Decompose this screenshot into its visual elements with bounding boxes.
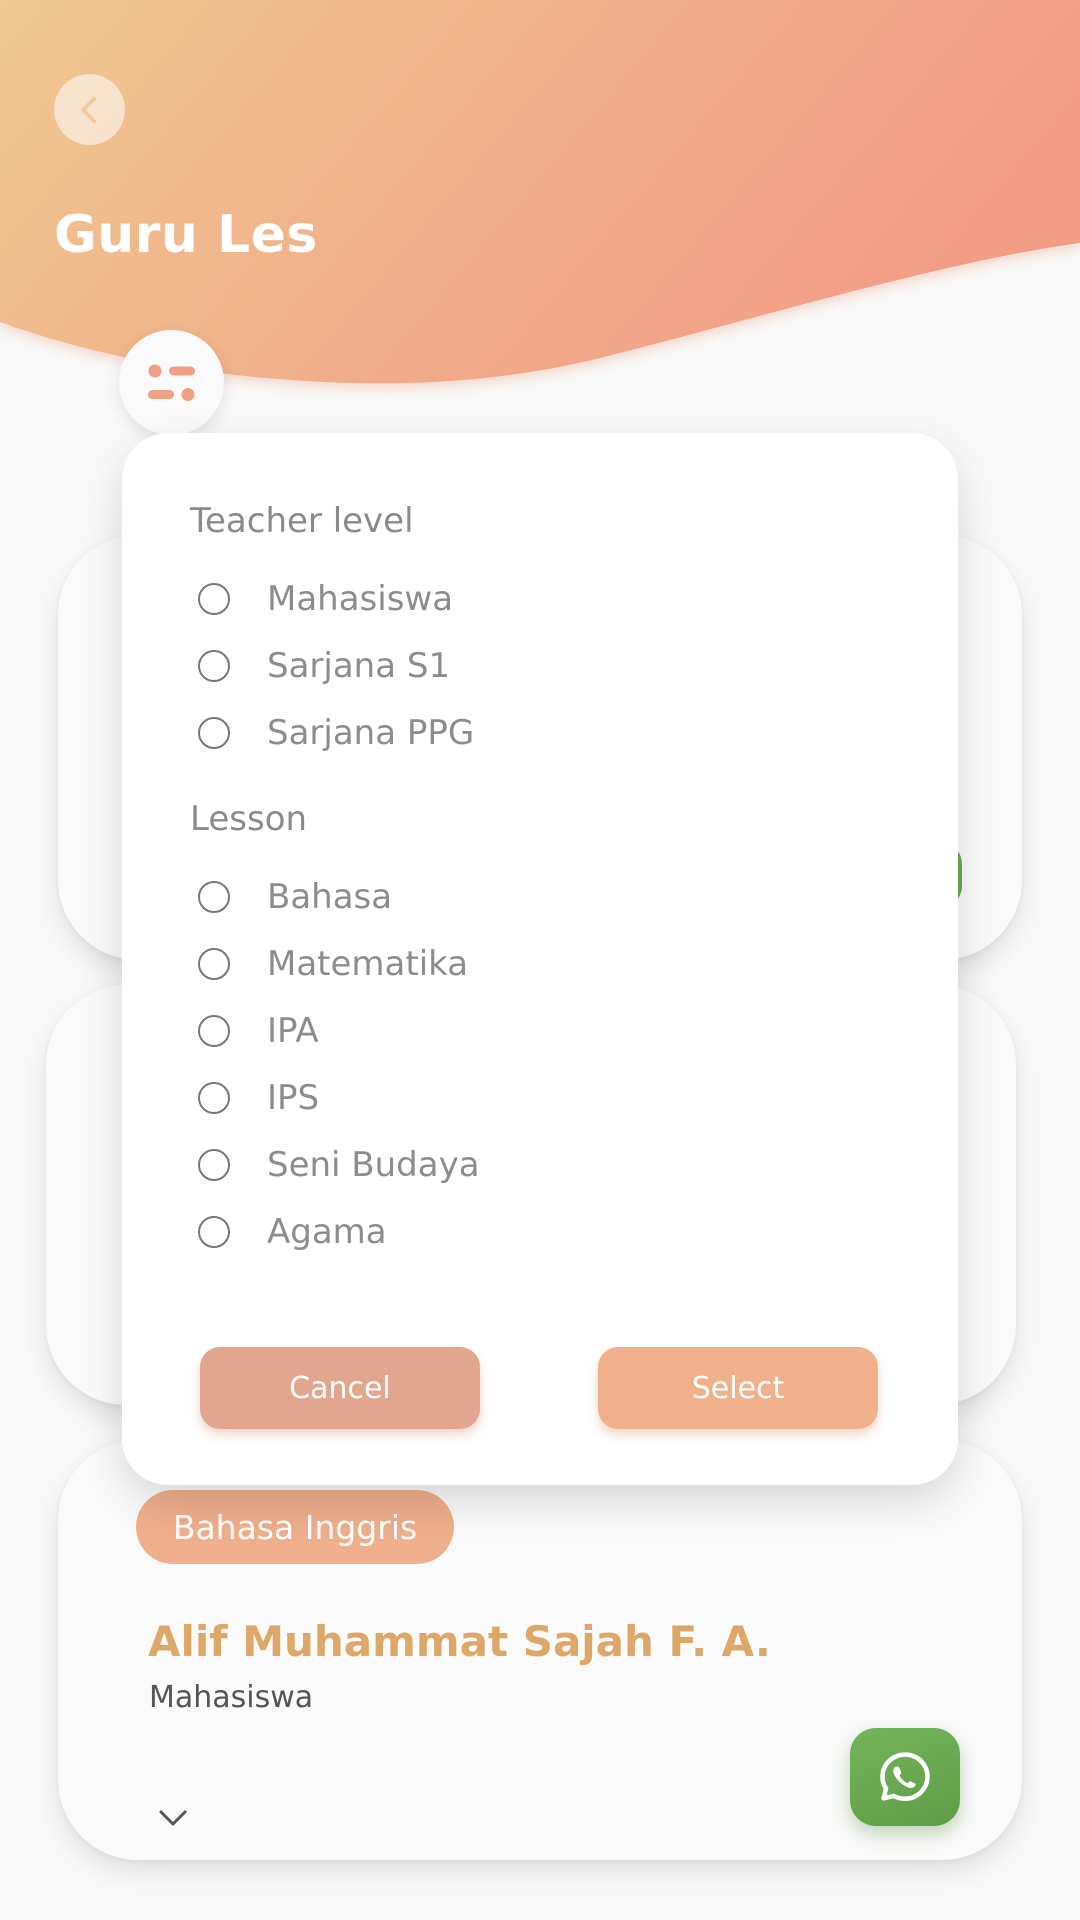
filter-sliders-icon [147,364,195,401]
teacher-name: Alif Muhammat Sajah F. A. [148,1617,771,1666]
select-button[interactable]: Select [598,1347,878,1429]
teacher-level-title: Teacher level [190,501,414,541]
radio-option-ips[interactable]: IPS [198,1076,319,1120]
subject-tag: Bahasa Inggris [136,1490,454,1564]
radio-button[interactable] [198,881,230,913]
radio-option-label: IPS [267,1078,320,1118]
radio-option-label: Matematika [267,944,469,984]
radio-option-sarjana-ppg[interactable]: Sarjana PPG [198,711,474,755]
radio-option-sarjana-s1[interactable]: Sarjana S1 [198,644,450,688]
cancel-button[interactable]: Cancel [200,1347,480,1429]
radio-option-seni-budaya[interactable]: Seni Budaya [198,1143,480,1187]
radio-button[interactable] [198,1149,230,1181]
back-button[interactable] [54,74,125,145]
whatsapp-icon [880,1752,930,1801]
radio-option-label: Seni Budaya [267,1145,480,1185]
radio-button[interactable] [198,650,230,682]
radio-option-matematika[interactable]: Matematika [198,942,468,986]
filter-dialog: Teacher level Mahasiswa Sarjana S1 Sarja… [122,433,958,1485]
radio-option-agama[interactable]: Agama [198,1210,387,1254]
radio-option-label: Sarjana PPG [267,713,475,753]
radio-button[interactable] [198,1082,230,1114]
radio-button[interactable] [198,583,230,615]
radio-button[interactable] [198,1015,230,1047]
radio-option-label: Sarjana S1 [267,646,451,686]
radio-option-mahasiswa[interactable]: Mahasiswa [198,577,453,621]
radio-option-label: Agama [267,1212,387,1252]
radio-option-ipa[interactable]: IPA [198,1009,319,1053]
whatsapp-button[interactable] [850,1728,960,1826]
filter-button[interactable] [119,330,224,435]
radio-option-bahasa[interactable]: Bahasa [198,875,392,919]
page-title: Guru Les [54,205,318,265]
radio-button[interactable] [198,948,230,980]
lesson-title: Lesson [190,799,308,839]
chevron-left-icon [80,96,96,123]
radio-button[interactable] [198,717,230,749]
radio-button[interactable] [198,1216,230,1248]
expand-button[interactable] [155,1800,191,1836]
radio-option-label: IPA [267,1011,319,1051]
teacher-level: Mahasiswa [149,1680,314,1715]
radio-option-label: Bahasa [267,877,393,917]
chevron-down-icon [159,1810,187,1826]
radio-option-label: Mahasiswa [267,579,454,619]
